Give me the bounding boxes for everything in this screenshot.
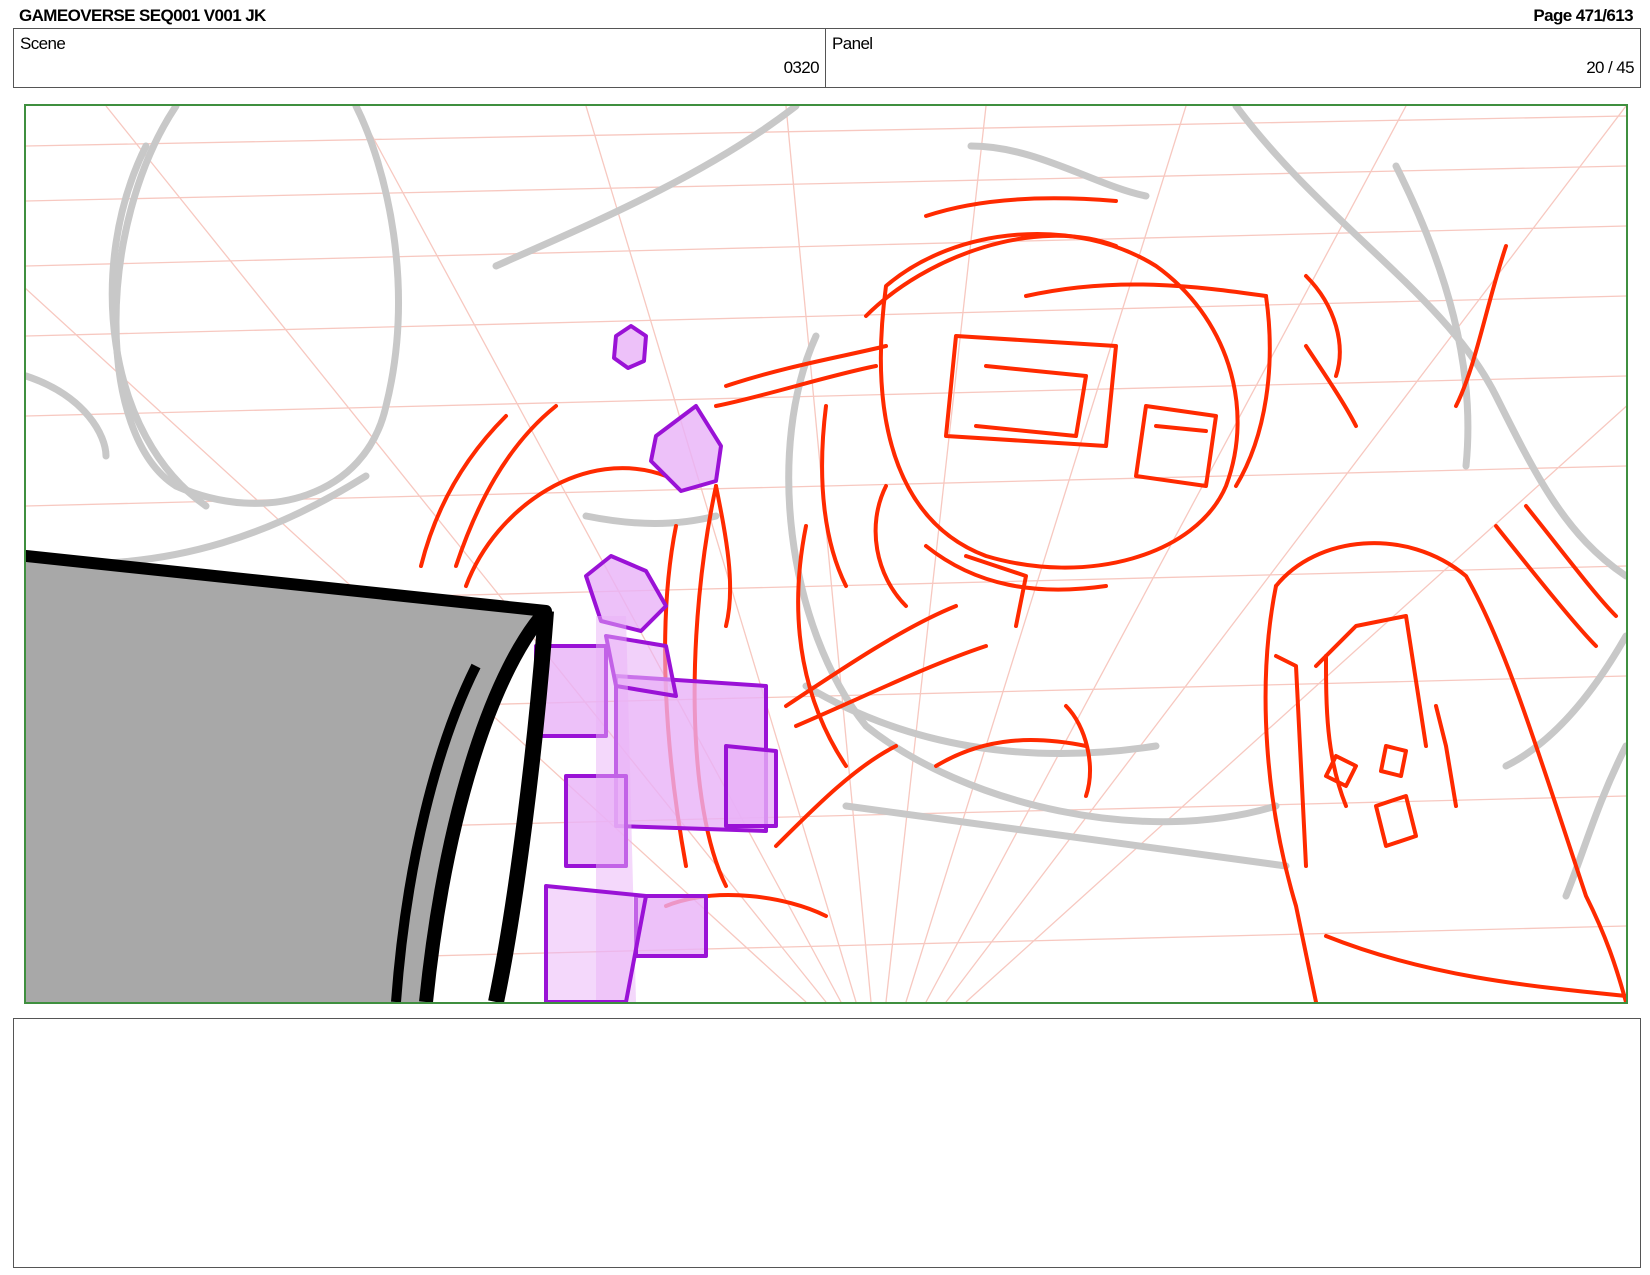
page-number: Page 471/613 (1533, 6, 1633, 25)
scene-panel-info-row: Scene 0320 Panel 20 / 45 (13, 28, 1641, 88)
floating-cubes (534, 324, 778, 1002)
foreground-object (26, 550, 554, 1002)
storyboard-sketch (26, 106, 1626, 1002)
scene-cell: Scene 0320 (14, 29, 826, 87)
storyboard-frame (24, 104, 1628, 1004)
scene-label: Scene (20, 34, 66, 53)
notes-box (13, 1018, 1641, 1268)
scene-number: 0320 (783, 58, 820, 77)
panel-cell: Panel 20 / 45 (826, 29, 1640, 87)
panel-number: 20 / 45 (1586, 58, 1634, 77)
document-title: GAMEOVERSE SEQ001 V001 JK (19, 6, 266, 25)
panel-label: Panel (832, 34, 873, 53)
